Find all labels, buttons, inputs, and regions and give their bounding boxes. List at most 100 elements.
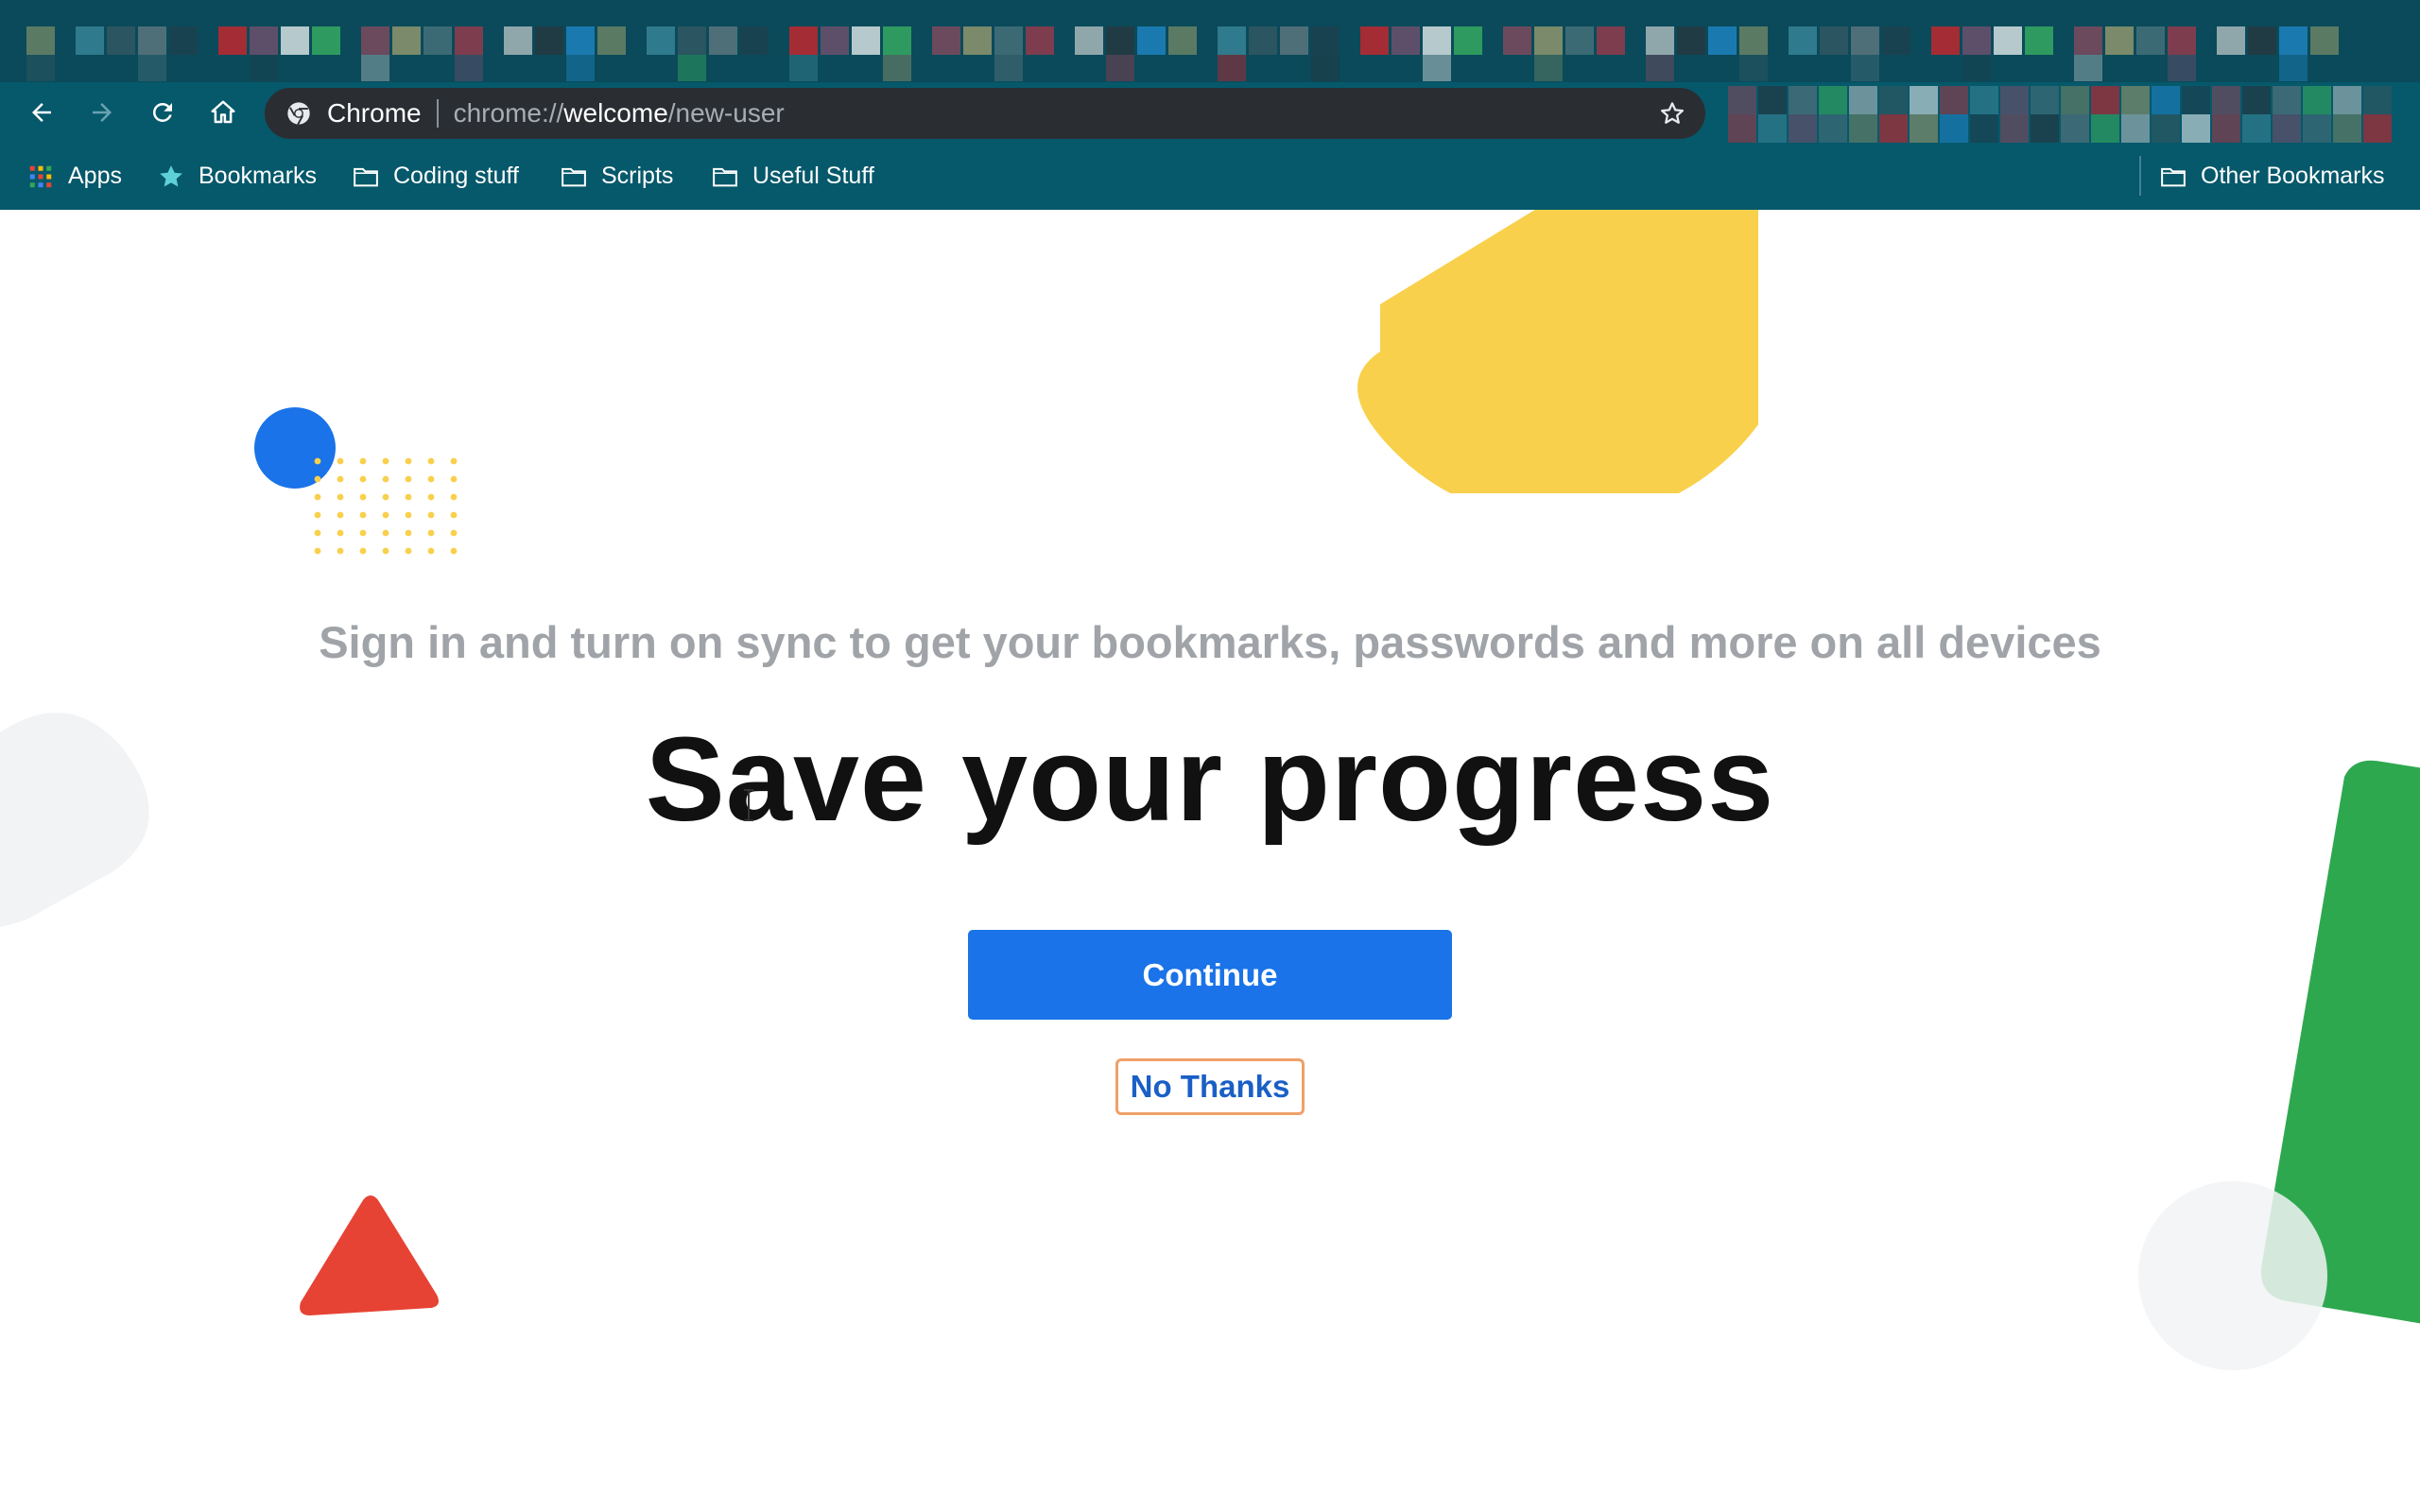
page-headline: Save your progress	[645, 713, 1775, 846]
tab-favicon-placeholder	[1249, 26, 1277, 55]
folder-icon	[711, 163, 739, 191]
extension-icon-placeholder	[2152, 114, 2180, 143]
omnibox[interactable]: Chrome chrome://welcome/new-user	[265, 88, 1705, 139]
extension-icon-placeholder	[1728, 86, 1756, 114]
dot-pattern-dot	[382, 529, 389, 537]
tab-strip	[0, 0, 2420, 82]
tab-favicon-placeholder	[2074, 26, 2102, 55]
dot-pattern-dot	[337, 493, 344, 501]
tab-favicon-placeholder	[535, 26, 563, 55]
bookmark-bookmarks[interactable]: Bookmarks	[157, 143, 317, 210]
extension-icon-placeholder	[2000, 86, 2029, 114]
forward-button[interactable]	[83, 94, 121, 131]
extension-icon-placeholder	[2212, 114, 2240, 143]
bookmark-apps[interactable]: Apps	[26, 143, 122, 210]
back-button[interactable]	[23, 94, 60, 131]
extension-icon-placeholder	[2363, 86, 2392, 114]
dot-pattern-dot	[314, 493, 321, 501]
dot-pattern-dot	[427, 529, 435, 537]
no-thanks-button[interactable]: No Thanks	[1115, 1058, 1305, 1115]
bookmark-folder-coding-stuff[interactable]: Coding stuff	[352, 143, 519, 210]
dot-pattern-dot	[450, 547, 458, 555]
tab-favicon-placeholder	[932, 26, 960, 55]
bookmark-label: Useful Stuff	[752, 163, 874, 189]
dot-pattern-dot	[359, 457, 367, 465]
extensions-area	[1728, 82, 2420, 143]
tab-favicon-placeholder	[1789, 26, 1817, 55]
tab-favicon-placeholder	[709, 26, 737, 55]
tab-favicon-placeholder	[361, 26, 389, 55]
tab-favicon-placeholder	[2168, 55, 2196, 81]
tab-favicon-placeholder	[1075, 26, 1103, 55]
bookmark-label: Coding stuff	[393, 163, 519, 189]
bookmark-folder-useful-stuff[interactable]: Useful Stuff	[711, 143, 874, 210]
extension-icon-placeholder	[1940, 114, 1968, 143]
tab-favicon-placeholder	[1423, 55, 1451, 81]
extension-icon-placeholder	[1758, 114, 1787, 143]
url-host: welcome	[563, 98, 668, 128]
blue-dot-decoration	[254, 407, 458, 555]
extension-icon-placeholder	[2212, 86, 2240, 114]
tab-favicon-placeholder	[1820, 26, 1848, 55]
dot-pattern-dot	[405, 493, 412, 501]
tab-favicon-placeholder	[2168, 26, 2196, 55]
tab-favicon-placeholder	[1311, 26, 1340, 55]
extension-icon-placeholder	[2031, 114, 2059, 143]
tab-favicon-placeholder	[26, 26, 55, 55]
tab-favicon-placeholder	[2105, 26, 2134, 55]
dot-pattern-dot	[382, 493, 389, 501]
tab-favicon-placeholder	[1137, 26, 1166, 55]
tab-favicon-placeholder	[994, 55, 1023, 81]
home-button[interactable]	[204, 94, 242, 131]
dot-pattern-dot	[427, 475, 435, 483]
tab-favicon-placeholder	[250, 55, 278, 81]
dot-pattern-dot	[337, 529, 344, 537]
extension-icon-placeholder	[1849, 114, 1877, 143]
bookmark-folder-scripts[interactable]: Scripts	[560, 143, 673, 210]
extension-icon-placeholder	[2091, 86, 2119, 114]
sync-description: Sign in and turn on sync to get your boo…	[319, 617, 2101, 667]
extension-icon-placeholder	[1789, 114, 1817, 143]
tab-favicon-placeholder	[566, 26, 595, 55]
text-cursor-icon	[744, 789, 753, 821]
tab-favicon-placeholder	[1423, 26, 1451, 55]
dot-pattern-dot	[359, 547, 367, 555]
home-icon	[211, 100, 235, 124]
tab-favicon-placeholder	[647, 26, 675, 55]
arrow-left-icon	[32, 103, 51, 122]
yellow-half-circle-decoration	[1357, 210, 1758, 493]
tab-favicon-placeholder	[852, 26, 880, 55]
extension-icon-placeholder	[1879, 86, 1908, 114]
bookmark-star-button[interactable]	[1656, 97, 1688, 129]
apps-grid-icon	[26, 163, 55, 191]
extension-icon-placeholder	[2273, 86, 2301, 114]
tab-favicon-placeholder	[678, 55, 706, 81]
continue-button[interactable]: Continue	[968, 930, 1452, 1020]
tab-favicon-placeholder	[76, 26, 104, 55]
reload-icon	[152, 103, 172, 122]
extension-icon-placeholder	[2182, 114, 2210, 143]
dot-pattern-dot	[427, 511, 435, 519]
tab-favicon-placeholder	[1280, 26, 1308, 55]
tab-favicon-placeholder	[883, 26, 911, 55]
dot-pattern-dot	[450, 493, 458, 501]
tab-favicon-placeholder	[1646, 55, 1674, 81]
extension-icon-placeholder	[1728, 114, 1756, 143]
extension-icon-placeholder	[1819, 86, 1847, 114]
reload-button[interactable]	[144, 94, 182, 131]
dot-pattern-dot	[337, 511, 344, 519]
site-chip[interactable]: Chrome	[285, 98, 422, 129]
dot-pattern-dot	[337, 475, 344, 483]
tab-favicon-placeholder	[218, 26, 247, 55]
bookmark-label: Other Bookmarks	[2201, 163, 2385, 189]
bookmark-folder-other-bookmarks[interactable]: Other Bookmarks	[2159, 143, 2385, 210]
tab-favicon-placeholder	[1882, 26, 1910, 55]
extension-icon-placeholder	[2363, 114, 2392, 143]
extension-icon-placeholder	[2121, 114, 2150, 143]
tab-favicon-placeholder	[1218, 55, 1246, 81]
extension-icon-placeholder	[2152, 86, 2180, 114]
dot-pattern-dot	[405, 511, 412, 519]
tab-favicon-placeholder	[1503, 26, 1531, 55]
dot-pattern-dot	[382, 457, 389, 465]
tab-favicon-placeholder	[1392, 26, 1420, 55]
